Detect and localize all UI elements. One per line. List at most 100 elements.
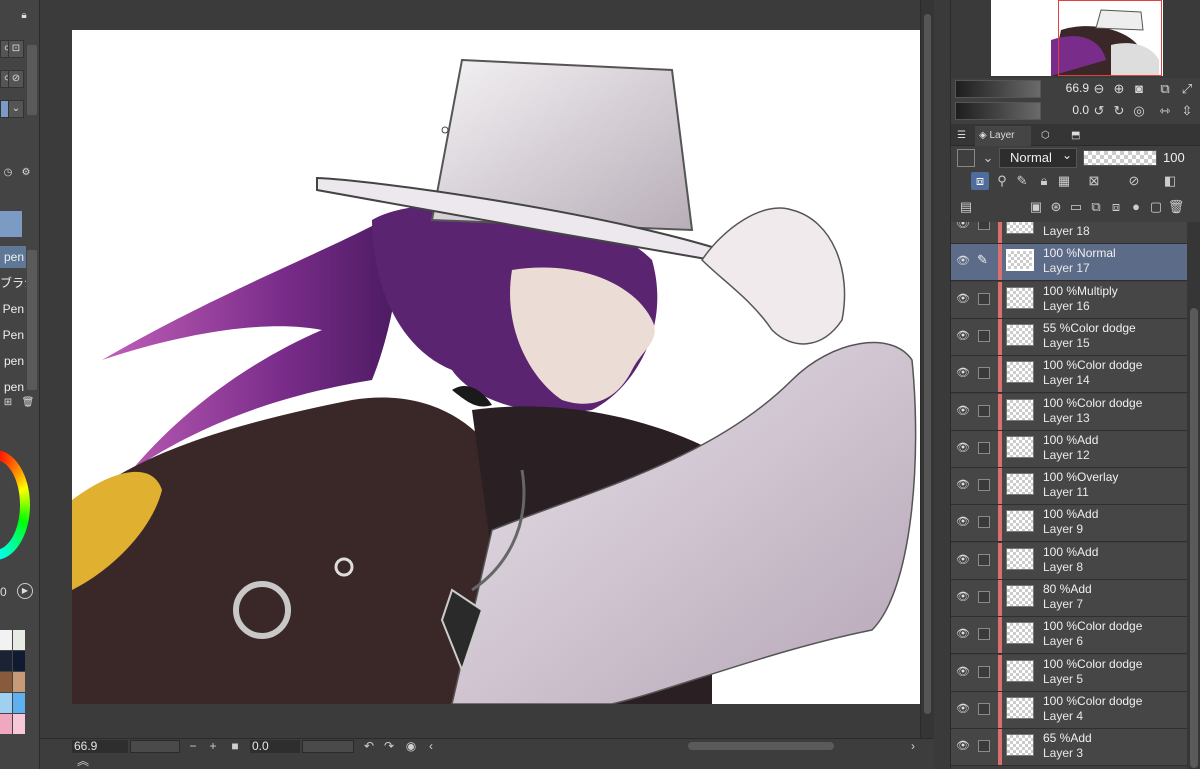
eye-icon[interactable]: 👁︎ [956,329,970,343]
zoom-slider[interactable] [955,80,1041,98]
reference-icon[interactable]: ⚲ [993,172,1011,190]
layer-row[interactable]: 👁︎ 100 %NormalLayer 18 [951,222,1187,244]
layer-row[interactable]: 👁︎ 100 %Color dodge Layer 5 [951,654,1187,692]
zoom-slider[interactable] [130,740,180,753]
layer-checkbox[interactable] [978,292,990,305]
eye-icon[interactable]: 👁︎ [956,739,970,753]
fit-icon[interactable]: ■ [228,739,242,753]
navigator-thumbnail[interactable] [991,0,1163,76]
zoom-in-icon[interactable]: ⊕ [1111,81,1127,97]
chevron-down-icon[interactable]: ⌄ [979,149,997,167]
brush-item[interactable]: pen [0,246,26,268]
color-wheel[interactable] [0,450,30,560]
expand-up-icon[interactable]: ︽ [76,754,90,768]
trash-icon[interactable]: 🗑︎ [1167,198,1185,216]
layer-checkbox[interactable] [978,591,990,603]
zoom-in-icon[interactable]: + [206,739,220,753]
mask-icon[interactable]: ⊠ [1085,172,1103,190]
rotate-left-icon[interactable]: ↶ [362,739,376,753]
eye-icon[interactable]: 👁︎ [956,441,970,455]
layer-row[interactable]: 👁︎ 100 %Multiply Layer 16 [951,281,1187,319]
wrench-icon[interactable]: ⚙ [18,165,34,183]
layer-checkbox[interactable] [978,222,990,230]
rotation-field[interactable]: 0.0 [250,740,300,753]
color-swatch[interactable] [0,714,12,734]
layer-checkbox[interactable] [978,628,990,641]
drawing-canvas[interactable] [72,30,922,704]
flip-icon[interactable]: ⧉ [1157,81,1173,97]
brush-item[interactable]: Pen [0,324,26,346]
layer-checkbox[interactable] [978,367,990,380]
layer-checkbox[interactable] [978,553,990,566]
layer-checkbox[interactable] [978,665,990,678]
brush-item[interactable]: pen [0,350,26,372]
brush-item[interactable]: ブラシ [0,272,26,294]
layer-row[interactable]: 👁︎ 100 %Add Layer 9 [951,505,1187,543]
navigator-rotation-value[interactable]: 0.0 [1043,103,1089,117]
layer-row[interactable]: 👁︎ 65 %Add Layer 3 [951,729,1187,767]
eye-icon[interactable]: 👁︎ [956,222,970,231]
color-swatch[interactable] [0,630,12,650]
eye-icon[interactable]: 👁︎ [956,515,970,529]
layer-checkbox[interactable] [978,329,990,342]
play-icon[interactable]: ▶ [17,583,33,599]
color-swatch[interactable] [13,651,25,671]
draft-icon[interactable]: ✎ [1013,172,1031,190]
tab-layer-search[interactable]: ⬒ [1067,126,1084,146]
layer-row[interactable]: 👁︎ 100 %Add Layer 12 [951,430,1187,468]
navigator-view-frame[interactable] [1058,0,1162,76]
fit-screen-icon[interactable]: ◙ [1131,81,1147,97]
trash-icon[interactable]: 🗑︎ [20,395,36,413]
tab-layer[interactable]: ◈ Layer [975,126,1031,146]
merge-down-icon[interactable]: ⧈ [1107,198,1125,216]
rotate-right-icon[interactable]: ↻ [1111,103,1127,119]
layer-row[interactable]: 👁︎ 80 %Add Layer 7 [951,580,1187,617]
zoom-field[interactable]: 66.9 [72,740,128,753]
layer-row[interactable]: 👁︎ ✎ 100 %Normal Layer 17 [951,244,1187,282]
lock-icon[interactable]: 🔒︎ [1035,172,1053,190]
tool-option-button[interactable]: ⊘ [8,70,24,88]
zoom-out-icon[interactable]: ⊖ [1091,81,1107,97]
rotation-slider[interactable] [955,102,1041,120]
tool-option-button[interactable]: ⊡ [8,40,24,58]
lock-icon[interactable]: 🔒︎ [16,8,32,26]
layer-scroll-thumb[interactable] [1190,308,1198,768]
layer-checkbox[interactable] [978,702,990,715]
flip-horizontal-icon[interactable]: ⇿ [1157,103,1173,119]
layer-row[interactable]: 👁︎ 100 %Add Layer 8 [951,542,1187,580]
color-swatch[interactable] [0,651,12,671]
color-swatch[interactable] [13,693,25,713]
flip-vertical-icon[interactable]: ⇳ [1179,103,1195,119]
zoom-out-icon[interactable]: − [186,739,200,753]
blend-mode-select[interactable]: Normal [999,146,1077,168]
eye-icon[interactable]: 👁︎ [956,627,970,641]
layer-row[interactable]: 👁︎ 100 %Color dodge Layer 13 [951,393,1187,431]
new-folder-icon[interactable]: ▭ [1067,198,1085,216]
eye-icon[interactable]: 👁︎ [956,404,970,418]
rotation-slider[interactable] [302,740,354,753]
add-brush-icon[interactable]: ⊞ [0,395,16,413]
layer-color-box[interactable] [957,149,975,167]
layer-checkbox[interactable] [978,479,990,492]
new-vector-layer-icon[interactable]: ⊛ [1047,198,1065,216]
reset-rotation-icon[interactable]: ◉ [404,739,418,753]
layer-row[interactable]: 👁︎ 100 %Color dodge Layer 14 [951,356,1187,394]
layer-row[interactable]: 👁︎ 100 %Color dodge Layer 4 [951,691,1187,729]
tab-layer-property[interactable]: ⬡ [1037,126,1054,146]
tool-scrollbar[interactable] [27,45,37,115]
timer-icon[interactable]: ◷ [0,165,16,183]
apply-mask-icon[interactable]: ▢ [1147,198,1165,216]
mask-add-icon[interactable]: ● [1127,198,1145,216]
chevron-down-icon[interactable]: ⌄ [8,100,24,118]
ruler-icon[interactable]: ⊘ [1125,172,1143,190]
vertical-scroll-thumb[interactable] [924,14,931,714]
layer-scrollbar[interactable] [1187,222,1200,769]
layer-checkbox[interactable] [978,441,990,454]
layer-checkbox[interactable] [978,516,990,529]
active-tool-tab[interactable] [0,211,22,237]
eye-icon[interactable]: 👁︎ [956,553,970,567]
reset-rotation-icon[interactable]: ◎ [1131,103,1147,119]
eye-icon[interactable]: 👁︎ [956,478,970,492]
color-swatch[interactable] [13,672,25,692]
opacity-slider[interactable] [1083,150,1157,166]
